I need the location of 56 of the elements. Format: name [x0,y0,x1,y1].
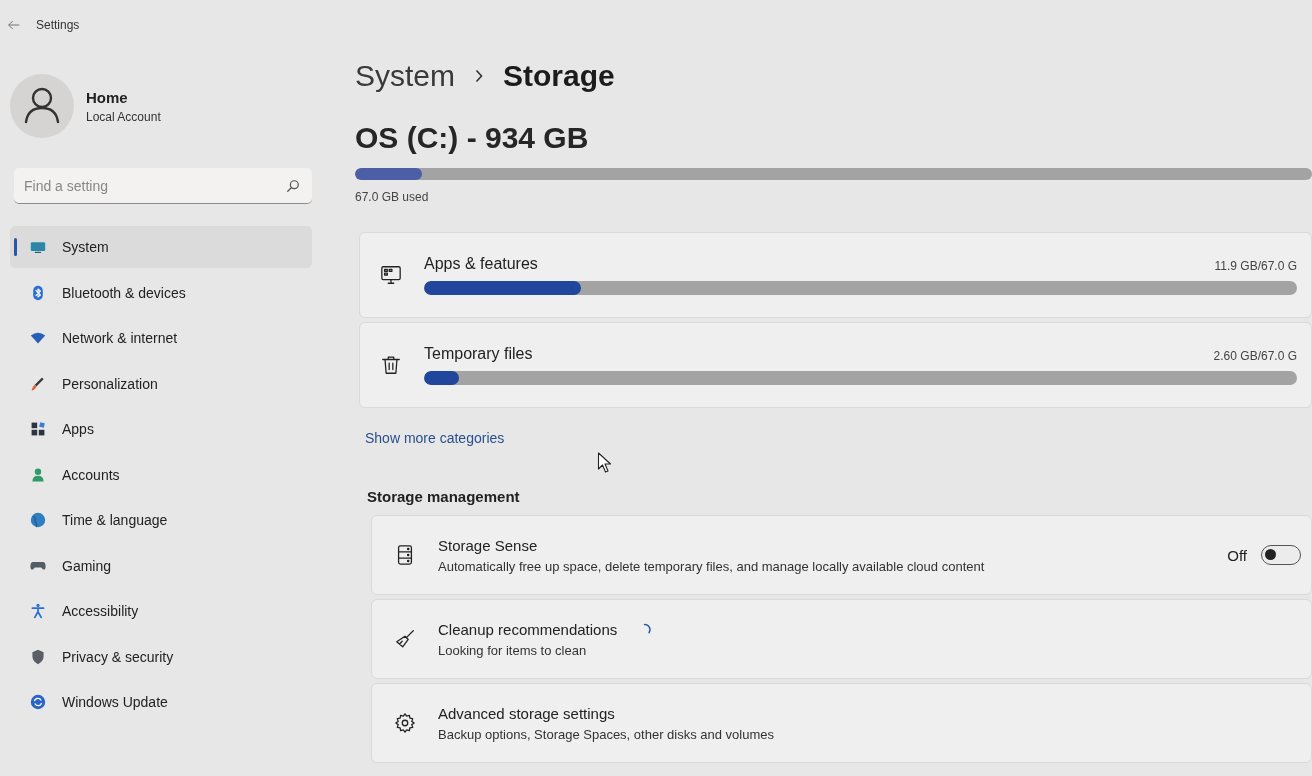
settings-icon [394,712,416,734]
nav-item[interactable]: Network & internet [10,317,312,359]
wifi-icon [30,330,46,346]
category-name: Apps & features [424,255,538,273]
show-more-link[interactable]: Show more categories [365,430,505,446]
bluetooth-icon [30,284,46,301]
mouse-pointer-icon [597,452,612,473]
nav-item[interactable]: Windows Update [10,681,312,723]
page-title: Storage [503,59,615,93]
broom-icon [394,628,416,650]
trash-icon [380,354,402,376]
nav-item[interactable]: Time & language [10,499,312,541]
storage-category-card[interactable]: Temporary files 2.60 GB/67.0 G [359,322,1312,408]
monitor-icon [380,264,402,286]
nav-item[interactable]: Bluetooth & devices [10,271,312,314]
setting-title: Storage Sense [438,536,538,554]
search-icon[interactable] [286,179,300,193]
apps-grid-icon [30,421,46,437]
person-icon [30,466,46,483]
setting-description: Looking for items to clean [438,642,588,658]
accessibility-icon [30,603,46,619]
circular-arrows-icon [30,694,46,710]
drive-title: OS (C:) - 934 GB [355,120,590,156]
nav-item[interactable]: Gaming [10,544,312,587]
globe-icon [30,512,46,528]
window-title: Settings [36,18,80,32]
setting-description: Backup options, Storage Spaces, other disks and volumes [438,726,776,742]
category-size: 11.9 GB/67.0 G [1214,259,1297,273]
shield-icon [30,648,46,665]
nav-item[interactable]: Apps [10,408,312,450]
nav-item[interactable]: Accessibility [10,590,312,632]
used-space-text: 67.0 GB used [355,190,430,204]
category-size: 2.60 GB/67.0 G [1213,349,1297,363]
setting-title: Advanced storage settings [438,704,615,722]
category-name: Temporary files [424,345,533,363]
breadcrumb-link[interactable]: System [355,59,456,93]
storage-category-card[interactable]: Apps & features 11.9 GB/67.0 G [359,232,1312,318]
toggle-state-label: Off [1227,546,1247,564]
search-field[interactable]: Find a setting [14,168,312,204]
nav-item[interactable]: Privacy & security [10,635,312,678]
brush-icon [30,375,46,392]
settings-card[interactable]: Advanced storage settings Backup options, Storage Spaces, other disks and volumes [371,683,1312,763]
monitor-icon [30,239,46,255]
avatar-icon[interactable] [10,74,74,138]
toggle-switch[interactable] [1261,545,1301,565]
setting-description: Automatically free up space, delete temporary files, and manage locally available cloud content [438,558,986,574]
setting-title: Cleanup recommendations [438,620,618,638]
nav-item[interactable]: System [10,226,312,268]
section-heading: Storage management [367,488,521,505]
chevron-right-icon [475,69,484,83]
nav-item[interactable]: Personalization [10,362,312,405]
settings-card[interactable]: Cleanup recommendations Looking for items to clean [371,599,1312,679]
account-type: Local Account [86,109,161,124]
nav-item[interactable]: Accounts [10,453,312,496]
settings-card[interactable]: Storage Sense Automatically free up space, delete temporary files, and manage locally available cloud content Off [371,515,1312,595]
profile-name: Home [86,88,129,106]
